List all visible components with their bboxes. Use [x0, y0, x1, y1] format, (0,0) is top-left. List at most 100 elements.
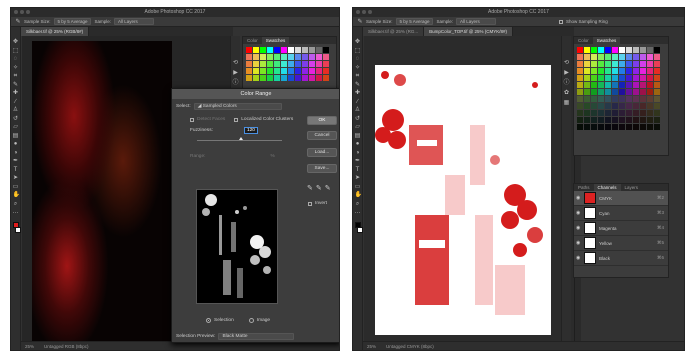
quick-select-tool-icon[interactable]: ✧ — [355, 65, 361, 71]
color-swatch[interactable] — [302, 47, 308, 53]
color-swatch[interactable] — [577, 82, 583, 88]
slider-thumb[interactable] — [239, 137, 243, 140]
blur-tool-icon[interactable]: ● — [355, 141, 361, 147]
color-swatch[interactable] — [626, 68, 632, 74]
color-swatch[interactable] — [309, 54, 315, 60]
color-swatch[interactable] — [640, 54, 646, 60]
color-swatch[interactable] — [274, 68, 280, 74]
channel-row[interactable]: ◉ Yellow ⌘5 — [574, 236, 668, 251]
color-swatch[interactable] — [640, 117, 646, 123]
color-swatch[interactable] — [591, 110, 597, 116]
color-swatch[interactable] — [591, 89, 597, 95]
color-swatch[interactable] — [612, 124, 618, 130]
color-swatch[interactable] — [323, 75, 329, 81]
localized-clusters-checkbox[interactable] — [234, 117, 239, 122]
color-swatch[interactable] — [274, 47, 280, 53]
color-swatch[interactable] — [591, 117, 597, 123]
play-icon[interactable]: ▶ — [564, 70, 569, 76]
color-swatch[interactable] — [647, 61, 653, 67]
color-swatch[interactable] — [633, 54, 639, 60]
brush-tool-icon[interactable]: ∕ — [355, 99, 361, 105]
visibility-eye-icon[interactable]: ◉ — [576, 255, 581, 261]
swatch-grid[interactable] — [574, 44, 668, 133]
crop-tool-icon[interactable]: ⌗ — [355, 73, 361, 79]
sample-select[interactable]: All Layers — [113, 18, 154, 25]
color-swatch[interactable] — [584, 103, 590, 109]
color-swatch[interactable] — [591, 82, 597, 88]
color-swatch[interactable] — [633, 89, 639, 95]
document-tab-1[interactable]: Silkbaer.tif @ 25% (RG... — [363, 27, 425, 36]
move-tool-icon[interactable]: ✥ — [355, 39, 361, 45]
color-swatch[interactable] — [612, 117, 618, 123]
color-swatch[interactable] — [584, 124, 590, 130]
color-swatch[interactable] — [612, 54, 618, 60]
color-swatch[interactable] — [598, 89, 604, 95]
color-swatch[interactable] — [640, 96, 646, 102]
load-button[interactable]: Load... — [307, 148, 337, 157]
blur-tool-icon[interactable]: ● — [13, 141, 19, 147]
color-swatch[interactable] — [640, 82, 646, 88]
color-swatch[interactable] — [598, 61, 604, 67]
hand-tool-icon[interactable]: ✋ — [13, 192, 20, 198]
invert-checkbox[interactable] — [308, 201, 312, 206]
color-swatch[interactable] — [626, 75, 632, 81]
channel-row[interactable]: ◉ Cyan ⌘3 — [574, 206, 668, 221]
color-swatch[interactable] — [619, 61, 625, 67]
gradient-tool-icon[interactable]: ▤ — [13, 133, 19, 139]
color-swatch[interactable] — [633, 75, 639, 81]
color-swatch[interactable] — [246, 61, 252, 67]
visibility-eye-icon[interactable]: ◉ — [576, 210, 581, 216]
color-swatch[interactable] — [626, 89, 632, 95]
color-swatch[interactable] — [640, 110, 646, 116]
tab-paths[interactable]: Paths — [574, 184, 594, 191]
zoom-tool-icon[interactable]: ⌕ — [13, 201, 19, 207]
color-swatch[interactable] — [654, 54, 660, 60]
color-swatch[interactable] — [626, 54, 632, 60]
color-swatch[interactable] — [633, 124, 639, 130]
color-swatch[interactable] — [647, 68, 653, 74]
color-swatch[interactable] — [647, 82, 653, 88]
color-swatch[interactable] — [584, 47, 590, 53]
channel-row[interactable]: ◉ Magenta ⌘4 — [574, 221, 668, 236]
color-swatch[interactable] — [281, 54, 287, 60]
color-swatch[interactable] — [654, 47, 660, 53]
color-swatch[interactable] — [619, 96, 625, 102]
color-swatch[interactable] — [612, 110, 618, 116]
zoom-tool-icon[interactable]: ⌕ — [355, 201, 361, 207]
color-swatch[interactable] — [323, 54, 329, 60]
color-swatch[interactable] — [584, 117, 590, 123]
color-swatch[interactable] — [626, 117, 632, 123]
color-swatch[interactable] — [260, 75, 266, 81]
color-swatch[interactable] — [309, 68, 315, 74]
color-swatch[interactable] — [647, 110, 653, 116]
color-swatch[interactable] — [577, 75, 583, 81]
gradient-tool-icon[interactable]: ▤ — [355, 133, 361, 139]
move-tool-icon[interactable]: ✥ — [13, 39, 19, 45]
visibility-eye-icon[interactable]: ◉ — [576, 225, 581, 231]
color-swatch[interactable] — [619, 82, 625, 88]
color-swatch[interactable] — [633, 103, 639, 109]
color-swatch[interactable] — [316, 68, 322, 74]
color-swatch[interactable] — [274, 54, 280, 60]
color-swatch[interactable] — [267, 54, 273, 60]
history-icon[interactable]: ⟲ — [233, 60, 238, 66]
eyedropper-minus-icon[interactable]: ✎ — [325, 184, 331, 192]
eraser-tool-icon[interactable]: ▱ — [355, 124, 361, 130]
color-swatch[interactable] — [654, 124, 660, 130]
color-swatch[interactable] — [633, 47, 639, 53]
color-swatch[interactable] — [295, 68, 301, 74]
color-swatch[interactable] — [281, 47, 287, 53]
color-swatch[interactable] — [598, 110, 604, 116]
dodge-tool-icon[interactable]: ◑ — [355, 150, 361, 156]
color-swatch[interactable] — [591, 61, 597, 67]
color-swatch[interactable] — [633, 68, 639, 74]
image-radio[interactable] — [248, 318, 254, 323]
lasso-tool-icon[interactable]: ◌ — [355, 56, 361, 62]
crop-tool-icon[interactable]: ⌗ — [13, 73, 19, 79]
window-controls[interactable] — [356, 10, 372, 14]
color-swatch[interactable] — [626, 96, 632, 102]
color-swatch[interactable] — [598, 68, 604, 74]
layer-comp-icon[interactable]: ▦ — [564, 100, 570, 106]
color-swatch[interactable] — [598, 75, 604, 81]
color-swatch[interactable] — [323, 68, 329, 74]
